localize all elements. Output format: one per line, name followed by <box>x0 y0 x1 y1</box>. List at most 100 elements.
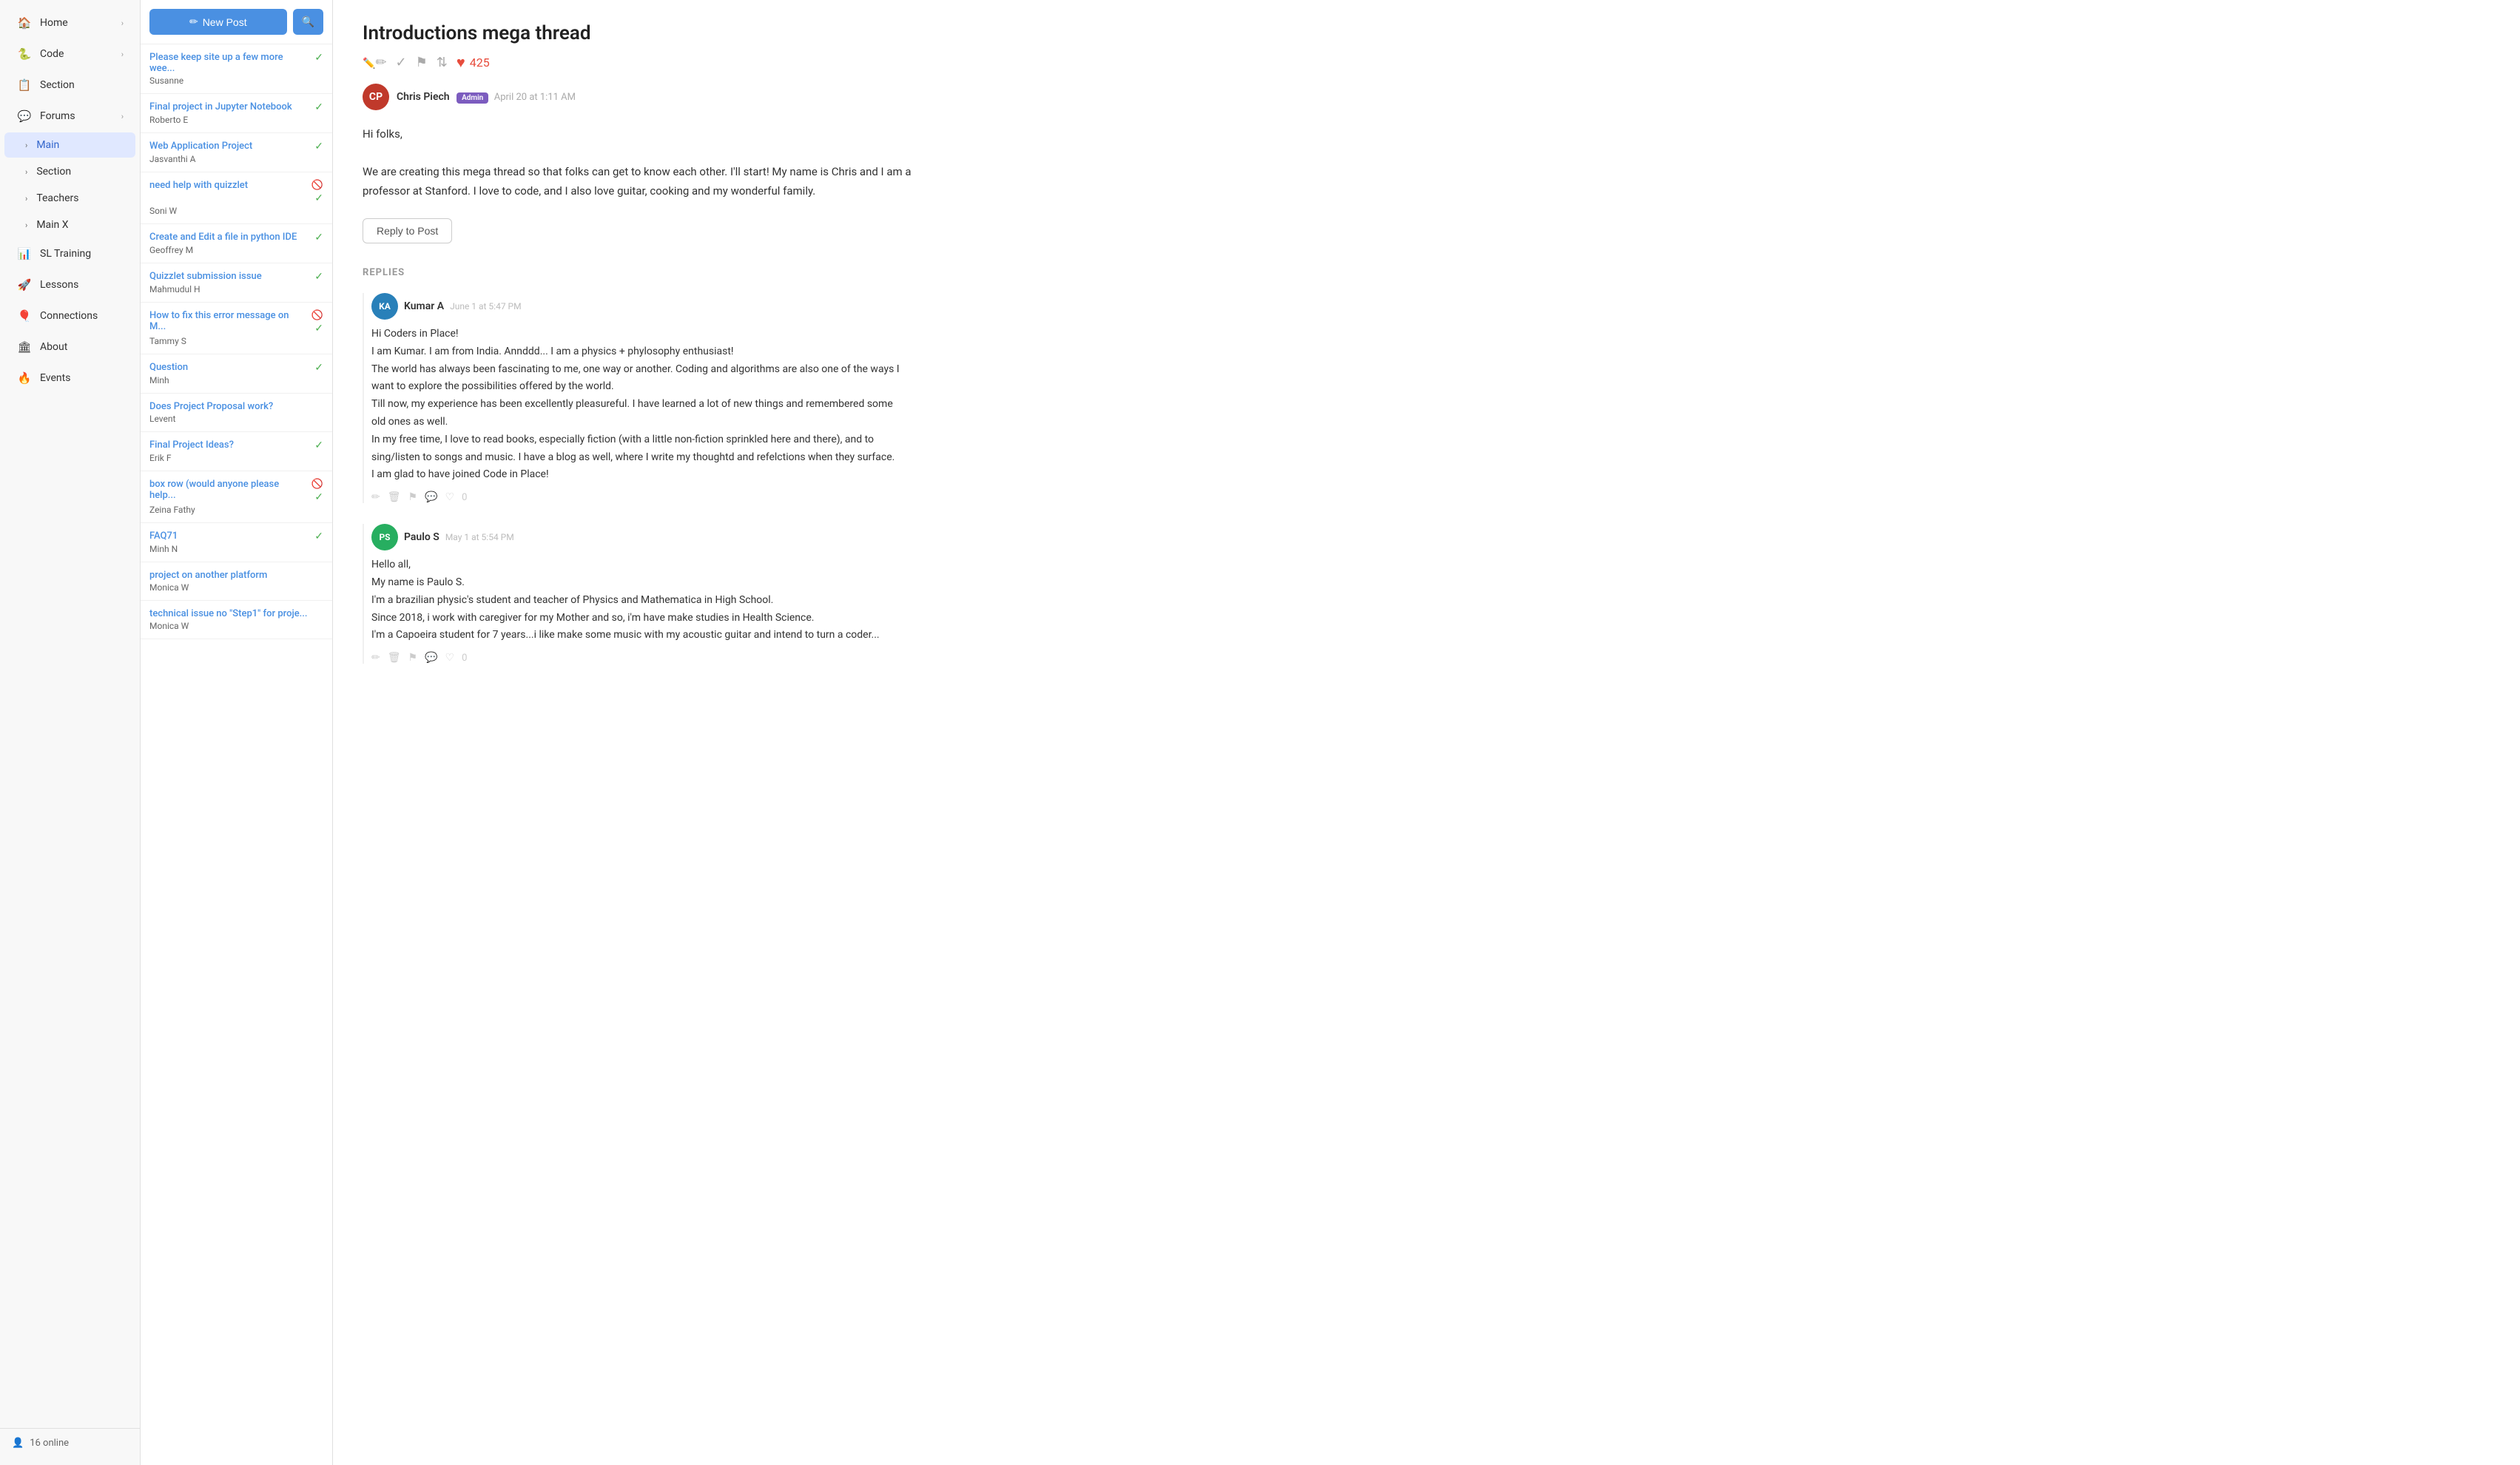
check-icon: ✓ <box>314 323 323 334</box>
reply-flag-icon[interactable]: ⚑ <box>408 652 418 664</box>
sidebar-item-main-x[interactable]: › Main X <box>4 212 135 238</box>
post-item[interactable]: FAQ71 ✓ Minh N <box>141 523 332 562</box>
sidebar-footer: 👤 16 online <box>0 1428 140 1458</box>
post-item[interactable]: need help with quizzlet 🚫 ✓ Soni W <box>141 172 332 224</box>
reply-speech-icon[interactable]: 💬 <box>425 491 437 503</box>
post-item[interactable]: Please keep site up a few more wee... ✓ … <box>141 44 332 94</box>
reply-body: Hello all,My name is Paulo S.I'm a brazi… <box>371 556 904 644</box>
reply-heart-icon[interactable]: ♡ <box>445 652 455 664</box>
sidebar-item-lessons[interactable]: Lessons <box>4 270 135 300</box>
edit-thread-icon[interactable]: ✏ <box>363 55 387 70</box>
reply-heart-icon[interactable]: ♡ <box>445 491 455 503</box>
author-name: Chris Piech <box>397 91 450 103</box>
post-item[interactable]: Create and Edit a file in python IDE ✓ G… <box>141 224 332 263</box>
post-list-panel: ✏ New Post 🔍 Please keep site up a few m… <box>141 0 333 1465</box>
updown-thread-icon[interactable]: ⇅ <box>437 55 448 70</box>
post-author: Jasvanthi A <box>149 154 323 164</box>
check-icon: ✓ <box>314 491 323 503</box>
sidebar-item-label: Events <box>40 372 124 384</box>
chevron-icon: › <box>121 112 124 121</box>
post-title: FAQ71 <box>149 531 314 542</box>
chevron-icon: › <box>121 18 124 28</box>
main-content: Introductions mega thread ✏ ✓ ⚑ ⇅ ♥ 425 … <box>333 0 2520 1465</box>
arrow-icon: › <box>25 141 27 150</box>
reply-actions: ✏ 🗑 ⚑ 💬 ♡ 0 <box>371 491 2490 503</box>
author-avatar: CP <box>363 84 389 110</box>
sidebar-item-connections[interactable]: Connections <box>4 301 135 331</box>
thread-actions: ✏ ✓ ⚑ ⇅ ♥ 425 <box>363 53 2490 72</box>
reply-avatar: PS <box>371 524 398 550</box>
post-item[interactable]: box row (would anyone please help... 🚫 ✓… <box>141 471 332 523</box>
search-button[interactable]: 🔍 <box>293 9 323 35</box>
reply-author-name: Paulo S <box>404 531 439 543</box>
reply-author-name: Kumar A <box>404 300 444 312</box>
author-info: Chris Piech Admin April 20 at 1:11 AM <box>397 91 576 103</box>
reply-author-row: PS Paulo S May 1 at 5:54 PM <box>371 524 2490 550</box>
post-author: Levent <box>149 414 323 424</box>
reply-trash-icon[interactable]: 🗑 <box>388 652 401 664</box>
post-author: Zeina Fathy <box>149 505 323 515</box>
post-title: Create and Edit a file in python IDE <box>149 232 314 243</box>
thread-title: Introductions mega thread <box>363 22 2490 44</box>
post-author: Minh <box>149 375 323 385</box>
search-icon: 🔍 <box>302 16 314 27</box>
sidebar-item-forums[interactable]: Forums › <box>4 101 135 131</box>
reply-speech-icon[interactable]: 💬 <box>425 652 437 664</box>
reply-trash-icon[interactable]: 🗑 <box>388 491 401 503</box>
post-item[interactable]: project on another platform Monica W <box>141 562 332 601</box>
sidebar-item-label: About <box>40 341 124 353</box>
sidebar: Home › Code › Section Forums › › Main › … <box>0 0 141 1465</box>
sidebar-item-label: Section <box>40 79 124 91</box>
post-author: Erik F <box>149 453 323 463</box>
sidebar-item-sl-training[interactable]: SL Training <box>4 239 135 269</box>
sidebar-item-label: Section <box>36 166 124 178</box>
post-status-icons: ✓ <box>314 101 323 113</box>
post-title: need help with quizzlet <box>149 180 311 191</box>
flag-thread-icon[interactable]: ⚑ <box>416 55 428 70</box>
reply-flag-icon[interactable]: ⚑ <box>408 491 418 503</box>
admin-badge: Admin <box>457 92 488 104</box>
lessons-icon <box>16 277 33 293</box>
post-status-icons: ✓ <box>314 232 323 243</box>
sl-training-icon <box>16 246 33 262</box>
post-title: technical issue no "Step1" for proje... <box>149 608 323 619</box>
sidebar-item-label: Forums <box>40 110 114 122</box>
post-item[interactable]: Does Project Proposal work? Levent <box>141 394 332 432</box>
check-icon: ✓ <box>314 531 323 542</box>
thread-body: Hi folks,We are creating this mega threa… <box>363 125 925 201</box>
reply-edit-icon[interactable]: ✏ <box>371 652 380 664</box>
sidebar-item-code[interactable]: Code › <box>4 39 135 69</box>
post-author: Mahmudul H <box>149 284 323 294</box>
sidebar-item-main[interactable]: › Main <box>4 132 135 158</box>
new-post-button[interactable]: ✏ New Post <box>149 9 287 35</box>
post-status-icons: ✓ <box>314 52 323 64</box>
post-title: Does Project Proposal work? <box>149 401 323 412</box>
post-item[interactable]: Question ✓ Minh <box>141 354 332 394</box>
hidden-icon: 🚫 <box>311 479 323 490</box>
post-item[interactable]: Final project in Jupyter Notebook ✓ Robe… <box>141 94 332 133</box>
reply-author-row: KA Kumar A June 1 at 5:47 PM <box>371 293 2490 320</box>
check-thread-icon[interactable]: ✓ <box>396 55 407 70</box>
sidebar-item-events[interactable]: Events <box>4 363 135 393</box>
post-status-icons: 🚫 ✓ <box>311 479 323 503</box>
post-item[interactable]: technical issue no "Step1" for proje... … <box>141 601 332 639</box>
post-item[interactable]: How to fix this error message on M... 🚫 … <box>141 303 332 354</box>
post-status-icons: 🚫 ✓ <box>311 310 323 334</box>
reply-edit-icon[interactable]: ✏ <box>371 491 380 503</box>
reply-to-post-button[interactable]: Reply to Post <box>363 218 452 243</box>
check-icon: ✓ <box>314 52 323 64</box>
post-item[interactable]: Quizzlet submission issue ✓ Mahmudul H <box>141 263 332 303</box>
sidebar-item-section-top[interactable]: Section <box>4 70 135 100</box>
sidebar-item-section[interactable]: › Section <box>4 159 135 184</box>
post-title: How to fix this error message on M... <box>149 310 311 332</box>
sidebar-item-teachers[interactable]: › Teachers <box>4 186 135 211</box>
post-title: Final project in Jupyter Notebook <box>149 101 314 112</box>
sidebar-item-home[interactable]: Home › <box>4 8 135 38</box>
sidebar-item-about[interactable]: About <box>4 332 135 362</box>
chevron-icon: › <box>121 50 124 59</box>
post-item[interactable]: Final Project Ideas? ✓ Erik F <box>141 432 332 471</box>
post-item[interactable]: Web Application Project ✓ Jasvanthi A <box>141 133 332 172</box>
reply-item: KA Kumar A June 1 at 5:47 PM Hi Coders i… <box>363 293 2490 503</box>
post-list-items: Please keep site up a few more wee... ✓ … <box>141 44 332 1465</box>
post-status-icons: ✓ <box>314 531 323 542</box>
